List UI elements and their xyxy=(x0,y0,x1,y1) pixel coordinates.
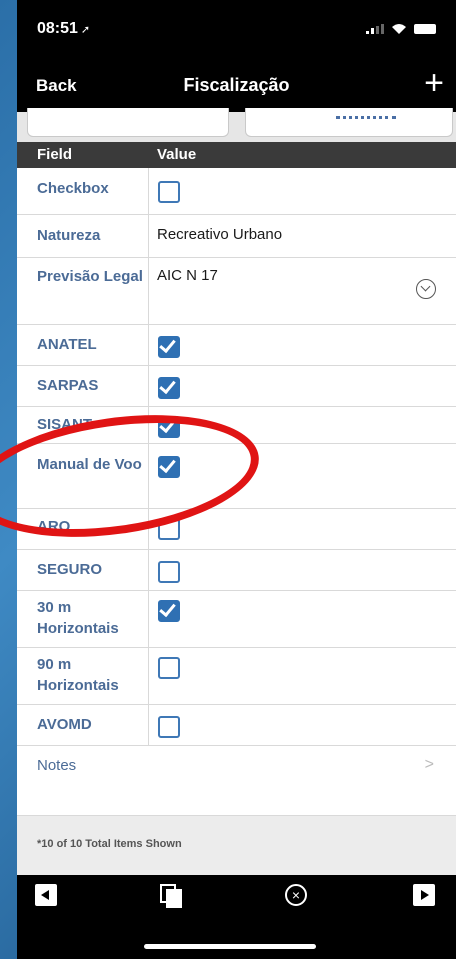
bottom-toolbar: × xyxy=(17,875,456,959)
checkbox-checked[interactable] xyxy=(158,456,180,478)
wifi-icon xyxy=(392,24,406,34)
checkbox-checked[interactable] xyxy=(158,336,180,358)
row-label: Checkbox xyxy=(37,180,109,197)
page-title: Fiscalização xyxy=(183,75,290,95)
column-header-field: Field xyxy=(37,146,73,163)
row-label: Natureza xyxy=(37,227,101,244)
checkbox-unchecked[interactable] xyxy=(158,657,180,679)
add-button[interactable]: + xyxy=(424,66,444,100)
segmented-control xyxy=(17,108,456,142)
table-row-checkbox: Checkbox xyxy=(17,168,456,215)
row-label: AVOMD xyxy=(37,716,92,733)
row-label: ANATEL xyxy=(37,336,97,353)
table-row-natureza: Natureza Recreativo Urbano xyxy=(17,215,456,258)
home-indicator[interactable] xyxy=(144,944,316,949)
row-label: Notes xyxy=(37,757,77,774)
segment-left[interactable] xyxy=(27,108,229,137)
checkbox-unchecked[interactable] xyxy=(158,181,180,203)
row-label: 30 m Horizontais xyxy=(37,599,119,637)
checkbox-checked[interactable] xyxy=(158,600,180,622)
table-row-90m-horizontais: 90 m Horizontais xyxy=(17,648,456,705)
status-time: 08:51 ➚ xyxy=(37,20,91,37)
table-row-manual-de-voo: Manual de Voo xyxy=(17,444,456,509)
previsao-legal-value[interactable]: AIC N 17 xyxy=(157,267,218,284)
items-count-text: *10 of 10 Total Items Shown xyxy=(37,838,182,850)
table-row-30m-horizontais: 30 m Horizontais xyxy=(17,591,456,648)
table-header: Field Value xyxy=(17,142,456,168)
checkbox-unchecked[interactable] xyxy=(158,716,180,738)
previous-record-icon[interactable] xyxy=(35,884,57,906)
record-table: Checkbox Natureza Recreativo Urbano Prev… xyxy=(17,168,456,786)
table-row-sarpas: SARPAS xyxy=(17,366,456,407)
copy-record-icon[interactable] xyxy=(160,884,182,908)
row-label: Manual de Voo xyxy=(37,456,142,473)
status-icons xyxy=(366,23,436,35)
segment-right[interactable] xyxy=(245,108,453,137)
table-row-aro: ARO xyxy=(17,509,456,550)
checkbox-unchecked[interactable] xyxy=(158,561,180,583)
row-label: ARO xyxy=(37,518,71,535)
table-row-avomd: AVOMD xyxy=(17,705,456,746)
status-bar: 08:51 ➚ xyxy=(17,0,456,62)
location-arrow-icon: ➚ xyxy=(80,24,91,36)
table-row-previsao-legal: Previsão Legal AIC N 17 xyxy=(17,258,456,325)
table-row-sisant: SISANT xyxy=(17,407,456,444)
phone-screen: 08:51 ➚ Back Fiscalização + Field Value C… xyxy=(17,0,456,959)
signal-icon xyxy=(366,24,384,34)
row-label: Previsão Legal xyxy=(37,268,143,285)
table-row-anatel: ANATEL xyxy=(17,325,456,366)
navigation-bar: Back Fiscalização + xyxy=(17,62,456,112)
table-row-notes[interactable]: Notes > xyxy=(17,746,456,786)
checkbox-checked[interactable] xyxy=(158,416,180,438)
row-label: SISANT xyxy=(37,416,93,433)
row-label: SEGURO xyxy=(37,561,103,578)
natureza-value[interactable]: Recreativo Urbano xyxy=(157,226,282,243)
battery-icon xyxy=(414,24,436,34)
table-row-seguro: SEGURO xyxy=(17,550,456,591)
checkbox-checked[interactable] xyxy=(158,377,180,399)
checkbox-unchecked[interactable] xyxy=(158,518,180,540)
row-label: SARPAS xyxy=(37,377,99,394)
chevron-down-icon[interactable] xyxy=(416,279,436,299)
close-circle-icon[interactable]: × xyxy=(285,884,307,906)
column-header-value: Value xyxy=(157,146,197,163)
row-label: 90 m Horizontais xyxy=(37,656,119,694)
chevron-right-icon: > xyxy=(424,756,434,773)
next-record-icon[interactable] xyxy=(413,884,435,906)
items-count-footer: *10 of 10 Total Items Shown xyxy=(17,815,456,876)
